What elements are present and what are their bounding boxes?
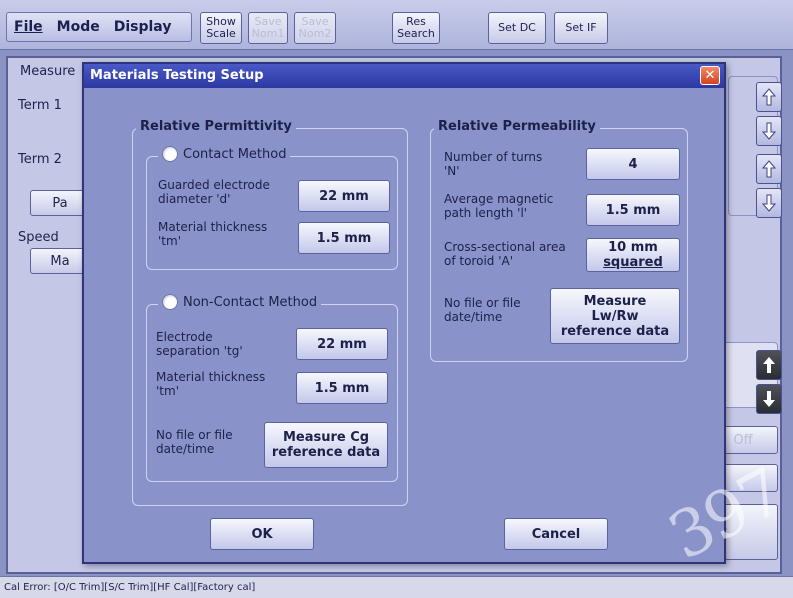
term2-up-button[interactable]	[756, 154, 782, 184]
speed-label: Speed	[18, 230, 59, 245]
term2-down-button[interactable]	[756, 188, 782, 218]
arrow-down-icon	[762, 122, 776, 140]
pa-button[interactable]: Pa	[30, 190, 90, 216]
lw-file-status-line1: No file or file	[444, 296, 521, 310]
lw-file-status-label: No file or file date/time	[444, 296, 521, 324]
save-nom1-label-2: Nom1	[251, 27, 285, 40]
materials-testing-dialog: Materials Testing Setup ✕ Relative Permi…	[82, 62, 726, 564]
save-nom2-label-2: Nom2	[298, 27, 332, 40]
measure-lw-rw-button[interactable]: Measure Lw/Rw reference data	[550, 288, 680, 344]
contact-method-radio[interactable]	[162, 146, 178, 162]
show-scale-label-2: Scale	[206, 27, 236, 40]
permittivity-title: Relative Permittivity	[136, 119, 296, 134]
main-menu: File Mode Display	[6, 12, 192, 42]
number-of-turns-label-line2: 'N'	[444, 164, 460, 178]
show-scale-button[interactable]: Show Scale	[200, 12, 242, 44]
guarded-electrode-value-button[interactable]: 22 mm	[298, 180, 390, 212]
cancel-button[interactable]: Cancel	[504, 518, 608, 550]
electrode-separation-value-button[interactable]: 22 mm	[296, 328, 388, 360]
value-up-button[interactable]	[756, 350, 782, 380]
term2-label: Term 2	[18, 152, 62, 167]
contact-thickness-label: Material thickness 'tm'	[158, 220, 267, 248]
close-icon: ✕	[704, 68, 716, 83]
cg-file-status-line2: date/time	[156, 442, 215, 456]
magnetic-path-length-label-line1: Average magnetic	[444, 192, 554, 206]
set-if-button[interactable]: Set IF	[554, 12, 608, 44]
contact-method-label: Contact Method	[183, 146, 287, 162]
arrow-up-icon	[762, 160, 776, 178]
noncontact-thickness-label-line2: 'tm'	[156, 384, 179, 398]
lw-file-status-line2: date/time	[444, 310, 503, 324]
noncontact-thickness-label: Material thickness 'tm'	[156, 370, 265, 398]
guarded-electrode-label: Guarded electrode diameter 'd'	[158, 178, 270, 206]
cross-sectional-area-value-line1: 10 mm	[608, 240, 658, 255]
ok-button[interactable]: OK	[210, 518, 314, 550]
close-button[interactable]: ✕	[700, 66, 720, 85]
menu-bar: File Mode Display Show Scale Save Nom1 S…	[0, 0, 793, 50]
res-search-label-2: Search	[397, 27, 435, 40]
cross-sectional-area-label-line1: Cross-sectional area	[444, 240, 566, 254]
electrode-separation-label-line2: separation 'tg'	[156, 344, 243, 358]
term1-label: Term 1	[18, 98, 62, 113]
contact-method-option[interactable]: Contact Method	[158, 146, 291, 162]
cross-sectional-area-label: Cross-sectional area of toroid 'A'	[444, 240, 566, 268]
noncontact-thickness-value-button[interactable]: 1.5 mm	[296, 372, 388, 404]
contact-thickness-label-line2: 'tm'	[158, 234, 181, 248]
number-of-turns-value-button[interactable]: 4	[586, 148, 680, 180]
measure-label: Measure	[20, 64, 76, 79]
cg-file-status-line1: No file or file	[156, 428, 233, 442]
arrow-down-icon	[763, 391, 775, 407]
status-bar: Cal Error: [O/C Trim][S/C Trim][HF Cal][…	[0, 576, 793, 598]
number-of-turns-label-line1: Number of turns	[444, 150, 543, 164]
menu-file[interactable]: File	[14, 19, 43, 35]
measure-cg-label-line1: Measure Cg	[282, 430, 370, 445]
dialog-title: Materials Testing Setup	[90, 68, 264, 83]
dialog-title-bar: Materials Testing Setup ✕	[84, 64, 724, 88]
cg-file-status-label: No file or file date/time	[156, 428, 233, 456]
noncontact-method-label: Non-Contact Method	[183, 294, 318, 310]
term1-up-button[interactable]	[756, 82, 782, 112]
measure-lw-rw-label-line3: reference data	[560, 323, 670, 339]
guarded-electrode-label-line2: diameter 'd'	[158, 192, 231, 206]
save-nom2-button[interactable]: Save Nom2	[294, 12, 336, 44]
value-down-button[interactable]	[756, 384, 782, 414]
arrow-up-icon	[762, 88, 776, 106]
magnetic-path-length-value-button[interactable]: 1.5 mm	[586, 194, 680, 226]
noncontact-method-radio[interactable]	[162, 294, 178, 310]
electrode-separation-label-line1: Electrode	[156, 330, 213, 344]
guarded-electrode-label-line1: Guarded electrode	[158, 178, 270, 192]
arrow-down-icon	[762, 194, 776, 212]
measure-lw-rw-label-line2: Lw/Rw	[591, 308, 639, 324]
contact-thickness-label-line1: Material thickness	[158, 220, 268, 234]
menu-mode[interactable]: Mode	[57, 19, 100, 35]
term1-down-button[interactable]	[756, 116, 782, 146]
magnetic-path-length-label: Average magnetic path length 'l'	[444, 192, 553, 220]
electrode-separation-label: Electrode separation 'tg'	[156, 330, 243, 358]
cross-sectional-area-value-button[interactable]: 10 mm squared	[586, 238, 680, 272]
arrow-up-icon	[763, 357, 775, 373]
measure-cg-label-line2: reference data	[271, 445, 381, 460]
measure-cg-button[interactable]: Measure Cg reference data	[264, 422, 388, 468]
save-nom1-button[interactable]: Save Nom1	[248, 12, 288, 44]
menu-display[interactable]: Display	[114, 19, 172, 35]
cross-sectional-area-label-line2: of toroid 'A'	[444, 254, 514, 268]
set-dc-button[interactable]: Set DC	[488, 12, 546, 44]
noncontact-thickness-label-line1: Material thickness	[156, 370, 266, 384]
res-search-button[interactable]: Res Search	[392, 12, 440, 44]
noncontact-method-option[interactable]: Non-Contact Method	[158, 294, 322, 310]
permeability-title: Relative Permeability	[434, 119, 600, 134]
cross-sectional-area-value-line2: squared	[603, 255, 663, 270]
measure-lw-rw-label-line1: Measure	[583, 293, 647, 309]
ma-button[interactable]: Ma	[30, 248, 90, 274]
magnetic-path-length-label-line2: path length 'l'	[444, 206, 528, 220]
number-of-turns-label: Number of turns 'N'	[444, 150, 542, 178]
contact-thickness-value-button[interactable]: 1.5 mm	[298, 222, 390, 254]
